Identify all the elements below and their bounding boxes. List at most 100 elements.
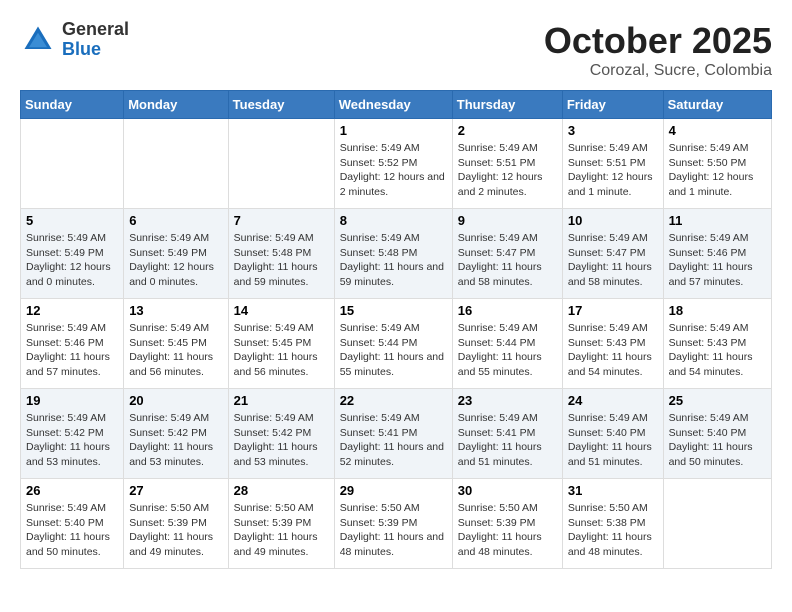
calendar-week-3: 12 Sunrise: 5:49 AMSunset: 5:46 PMDayligh… [21,299,772,389]
calendar-week-4: 19 Sunrise: 5:49 AMSunset: 5:42 PMDayligh… [21,389,772,479]
day-number: 12 [26,303,118,318]
calendar-cell: 21 Sunrise: 5:49 AMSunset: 5:42 PMDayligh… [228,389,334,479]
day-number: 16 [458,303,557,318]
calendar-cell: 28 Sunrise: 5:50 AMSunset: 5:39 PMDayligh… [228,479,334,569]
day-number: 5 [26,213,118,228]
day-info: Sunrise: 5:49 AMSunset: 5:43 PMDaylight:… [568,321,658,380]
day-info: Sunrise: 5:49 AMSunset: 5:45 PMDaylight:… [129,321,222,380]
calendar-cell: 15 Sunrise: 5:49 AMSunset: 5:44 PMDayligh… [334,299,452,389]
day-info: Sunrise: 5:49 AMSunset: 5:47 PMDaylight:… [458,231,557,290]
calendar-cell: 6 Sunrise: 5:49 AMSunset: 5:49 PMDaylight… [124,209,228,299]
calendar-cell: 29 Sunrise: 5:50 AMSunset: 5:39 PMDayligh… [334,479,452,569]
day-number: 8 [340,213,447,228]
calendar-cell: 12 Sunrise: 5:49 AMSunset: 5:46 PMDayligh… [21,299,124,389]
logo-icon [20,22,56,58]
calendar-cell: 14 Sunrise: 5:49 AMSunset: 5:45 PMDayligh… [228,299,334,389]
day-number: 6 [129,213,222,228]
col-header-tuesday: Tuesday [228,91,334,119]
col-header-saturday: Saturday [663,91,771,119]
day-info: Sunrise: 5:49 AMSunset: 5:44 PMDaylight:… [458,321,557,380]
day-info: Sunrise: 5:49 AMSunset: 5:49 PMDaylight:… [129,231,222,290]
calendar-cell [663,479,771,569]
day-number: 28 [234,483,329,498]
calendar-cell: 27Sunrise: 5:50 AMSunset: 5:39 PMDayligh… [124,479,228,569]
day-info: Sunrise: 5:49 AMSunset: 5:51 PMDaylight:… [458,141,557,200]
logo: General Blue [20,20,129,60]
calendar-cell: 5Sunrise: 5:49 AMSunset: 5:49 PMDaylight… [21,209,124,299]
day-number: 31 [568,483,658,498]
day-number: 26 [26,483,118,498]
calendar-cell: 2 Sunrise: 5:49 AMSunset: 5:51 PMDaylight… [452,119,562,209]
day-number: 18 [669,303,766,318]
day-info: Sunrise: 5:49 AMSunset: 5:42 PMDaylight:… [234,411,329,470]
day-info: Sunrise: 5:49 AMSunset: 5:50 PMDaylight:… [669,141,766,200]
day-info: Sunrise: 5:49 AMSunset: 5:47 PMDaylight:… [568,231,658,290]
calendar-cell: 25 Sunrise: 5:49 AMSunset: 5:40 PMDayligh… [663,389,771,479]
calendar-cell: 23Sunrise: 5:49 AMSunset: 5:41 PMDayligh… [452,389,562,479]
calendar-cell: 24Sunrise: 5:49 AMSunset: 5:40 PMDayligh… [562,389,663,479]
calendar-cell: 19Sunrise: 5:49 AMSunset: 5:42 PMDayligh… [21,389,124,479]
day-number: 15 [340,303,447,318]
day-info: Sunrise: 5:49 AMSunset: 5:42 PMDaylight:… [129,411,222,470]
calendar-header-row: SundayMondayTuesdayWednesdayThursdayFrid… [21,91,772,119]
day-number: 21 [234,393,329,408]
day-info: Sunrise: 5:49 AMSunset: 5:51 PMDaylight:… [568,141,658,200]
day-number: 7 [234,213,329,228]
calendar-cell: 9Sunrise: 5:49 AMSunset: 5:47 PMDaylight… [452,209,562,299]
calendar-cell: 8 Sunrise: 5:49 AMSunset: 5:48 PMDaylight… [334,209,452,299]
day-number: 24 [568,393,658,408]
day-info: Sunrise: 5:50 AMSunset: 5:39 PMDaylight:… [340,501,447,560]
day-info: Sunrise: 5:49 AMSunset: 5:46 PMDaylight:… [669,231,766,290]
day-number: 19 [26,393,118,408]
day-number: 10 [568,213,658,228]
day-number: 11 [669,213,766,228]
calendar-cell: 11 Sunrise: 5:49 AMSunset: 5:46 PMDayligh… [663,209,771,299]
day-info: Sunrise: 5:49 AMSunset: 5:45 PMDaylight:… [234,321,329,380]
calendar-cell: 18 Sunrise: 5:49 AMSunset: 5:43 PMDayligh… [663,299,771,389]
day-info: Sunrise: 5:49 AMSunset: 5:41 PMDaylight:… [340,411,447,470]
day-info: Sunrise: 5:50 AMSunset: 5:39 PMDaylight:… [234,501,329,560]
day-info: Sunrise: 5:50 AMSunset: 5:38 PMDaylight:… [568,501,658,560]
day-info: Sunrise: 5:49 AMSunset: 5:40 PMDaylight:… [669,411,766,470]
calendar-cell: 22 Sunrise: 5:49 AMSunset: 5:41 PMDayligh… [334,389,452,479]
day-number: 3 [568,123,658,138]
calendar-week-2: 5 Sunrise: 5:49 AMSunset: 5:49 PMDaylight… [21,209,772,299]
day-info: Sunrise: 5:49 AMSunset: 5:40 PMDaylight:… [26,501,118,560]
calendar-week-5: 26 Sunrise: 5:49 AMSunset: 5:40 PMDayligh… [21,479,772,569]
col-header-monday: Monday [124,91,228,119]
day-number: 14 [234,303,329,318]
col-header-wednesday: Wednesday [334,91,452,119]
day-info: Sunrise: 5:49 AMSunset: 5:43 PMDaylight:… [669,321,766,380]
calendar-cell: 16 Sunrise: 5:49 AMSunset: 5:44 PMDayligh… [452,299,562,389]
page-subtitle: Corozal, Sucre, Colombia [544,62,772,80]
calendar-cell [124,119,228,209]
day-number: 17 [568,303,658,318]
day-info: Sunrise: 5:49 AMSunset: 5:46 PMDaylight:… [26,321,118,380]
day-info: Sunrise: 5:49 AMSunset: 5:41 PMDaylight:… [458,411,557,470]
page-title: October 2025 [544,20,772,62]
calendar-cell: 30Sunrise: 5:50 AMSunset: 5:39 PMDayligh… [452,479,562,569]
day-number: 25 [669,393,766,408]
calendar-cell: 26 Sunrise: 5:49 AMSunset: 5:40 PMDayligh… [21,479,124,569]
calendar-cell: 7Sunrise: 5:49 AMSunset: 5:48 PMDaylight… [228,209,334,299]
day-number: 29 [340,483,447,498]
day-number: 2 [458,123,557,138]
day-number: 22 [340,393,447,408]
calendar-cell: 10 Sunrise: 5:49 AMSunset: 5:47 PMDayligh… [562,209,663,299]
calendar-cell [228,119,334,209]
col-header-friday: Friday [562,91,663,119]
calendar-cell: 31 Sunrise: 5:50 AMSunset: 5:38 PMDayligh… [562,479,663,569]
calendar-cell: 17 Sunrise: 5:49 AMSunset: 5:43 PMDayligh… [562,299,663,389]
calendar-cell: 20 Sunrise: 5:49 AMSunset: 5:42 PMDayligh… [124,389,228,479]
calendar-cell: 4 Sunrise: 5:49 AMSunset: 5:50 PMDaylight… [663,119,771,209]
day-number: 20 [129,393,222,408]
day-info: Sunrise: 5:49 AMSunset: 5:48 PMDaylight:… [340,231,447,290]
day-number: 1 [340,123,447,138]
page-header: General Blue October 2025 Corozal, Sucre… [20,20,772,80]
day-number: 4 [669,123,766,138]
day-info: Sunrise: 5:49 AMSunset: 5:44 PMDaylight:… [340,321,447,380]
logo-text: General Blue [62,20,129,60]
day-number: 27 [129,483,222,498]
day-number: 13 [129,303,222,318]
calendar-cell: 3 Sunrise: 5:49 AMSunset: 5:51 PMDaylight… [562,119,663,209]
